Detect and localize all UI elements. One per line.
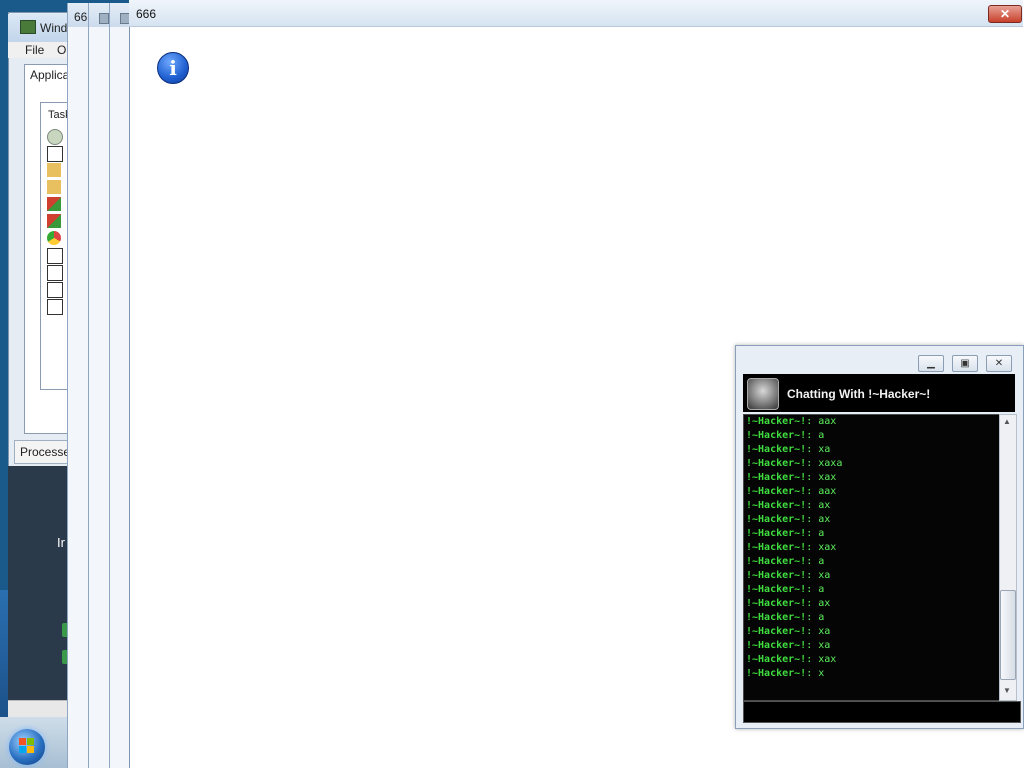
chat-message-text: : xa [806,444,831,455]
chat-message: !~Hacker~!: ax [746,514,830,525]
chat-message-nick: !~Hacker~! [746,612,807,623]
chat-message-nick: !~Hacker~! [746,640,807,651]
menu-file[interactable]: File [25,43,44,57]
chat-message: !~Hacker~!: ax [746,500,830,511]
chat-message-nick: !~Hacker~! [746,570,807,581]
window-icon [47,265,63,281]
chat-message-text: : xax [806,654,837,665]
scroll-thumb[interactable] [1000,590,1016,680]
chat-message-text: : xa [806,640,831,651]
chat-message-nick: !~Hacker~! [746,584,807,595]
chat-message-nick: !~Hacker~! [746,654,807,665]
chat-message-text: : xaxa [806,458,843,469]
windows-logo-icon [19,738,35,754]
chat-close-button[interactable]: ✕ [986,355,1012,372]
chat-message-nick: !~Hacker~! [746,430,807,441]
minimize-button[interactable]: ▁ [918,355,944,372]
chat-message: !~Hacker~!: a [746,584,824,595]
chat-message: !~Hacker~!: aax [746,486,836,497]
chat-message-text: : a [806,584,825,595]
restore-button[interactable]: ▣ [952,355,978,372]
main-window-titlebar[interactable] [129,0,1023,27]
globe-icon [47,129,63,145]
chat-message-nick: !~Hacker~! [746,500,807,511]
main-window-title: 666 [136,7,157,21]
window-icon [47,282,63,298]
chat-message-text: : a [806,556,825,567]
scroll-down-icon[interactable]: ▼ [999,684,1015,698]
window-icon [99,13,109,24]
task-manager-icon [20,20,36,34]
folder-icon [47,163,61,177]
chat-message-text: : ax [806,514,831,525]
chat-message-text: : xax [806,472,837,483]
chat-message: !~Hacker~!: xa [746,626,830,637]
chat-message-text: : ax [806,598,831,609]
chrome-icon [47,231,61,245]
chat-message-text: : a [806,430,825,441]
chat-message-text: : a [806,528,825,539]
info-icon: i [157,52,189,84]
chat-message-text: : xa [806,570,831,581]
chat-message-nick: !~Hacker~! [746,472,807,483]
window-icon [47,299,63,315]
chat-message-text: : aax [806,416,837,427]
chat-message: !~Hacker~!: a [746,556,824,567]
chat-message: !~Hacker~!: xa [746,570,830,581]
chat-message-text: : a [806,612,825,623]
app-icon [47,197,61,211]
task-manager-title: Wind [40,21,68,35]
chat-message-nick: !~Hacker~! [746,458,807,469]
chat-message-nick: !~Hacker~! [746,556,807,567]
menu-options[interactable]: O [57,43,66,57]
chat-message-input[interactable] [743,701,1021,723]
chat-message-nick: !~Hacker~! [746,528,807,539]
chat-log[interactable]: !~Hacker~!: aax !~Hacker~!: a !~Hacker~!: … [743,414,1001,701]
chat-message-text: : aax [806,486,837,497]
chat-message-nick: !~Hacker~! [746,416,807,427]
chat-message: !~Hacker~!: xa [746,640,830,651]
chat-message: !~Hacker~!: x [746,668,824,679]
chat-message-nick: !~Hacker~! [746,486,807,497]
chat-message-nick: !~Hacker~! [746,444,807,455]
chat-message-text: : ax [806,500,831,511]
dark-panel-text: Ir [57,535,65,550]
scroll-up-icon[interactable]: ▲ [999,415,1015,429]
chat-message: !~Hacker~!: a [746,430,824,441]
chat-message: !~Hacker~!: a [746,612,824,623]
chat-message: !~Hacker~!: xax [746,654,836,665]
chat-title: Chatting With !~Hacker~! [787,387,931,401]
folder-icon [47,180,61,194]
avatar [747,378,779,410]
chat-message: !~Hacker~!: xax [746,542,836,553]
window-icon [47,248,63,264]
window-icon [47,146,63,162]
chat-message: !~Hacker~!: xaxa [746,458,842,469]
chat-message: !~Hacker~!: ax [746,598,830,609]
chat-message-nick: !~Hacker~! [746,542,807,553]
chat-message-nick: !~Hacker~! [746,668,807,679]
chat-message-nick: !~Hacker~! [746,514,807,525]
chat-message: !~Hacker~!: aax [746,416,836,427]
chat-message: !~Hacker~!: a [746,528,824,539]
chat-message-text: : xax [806,542,837,553]
chat-message: !~Hacker~!: xa [746,444,830,455]
chat-message: !~Hacker~!: xax [746,472,836,483]
tab-processes-label: Processe [20,445,71,459]
chat-message-text: : xa [806,626,831,637]
chat-message-text: : x [806,668,825,679]
chat-message-nick: !~Hacker~! [746,626,807,637]
app-icon [47,214,61,228]
chat-message-nick: !~Hacker~! [746,598,807,609]
close-button[interactable]: ✕ [988,5,1022,23]
